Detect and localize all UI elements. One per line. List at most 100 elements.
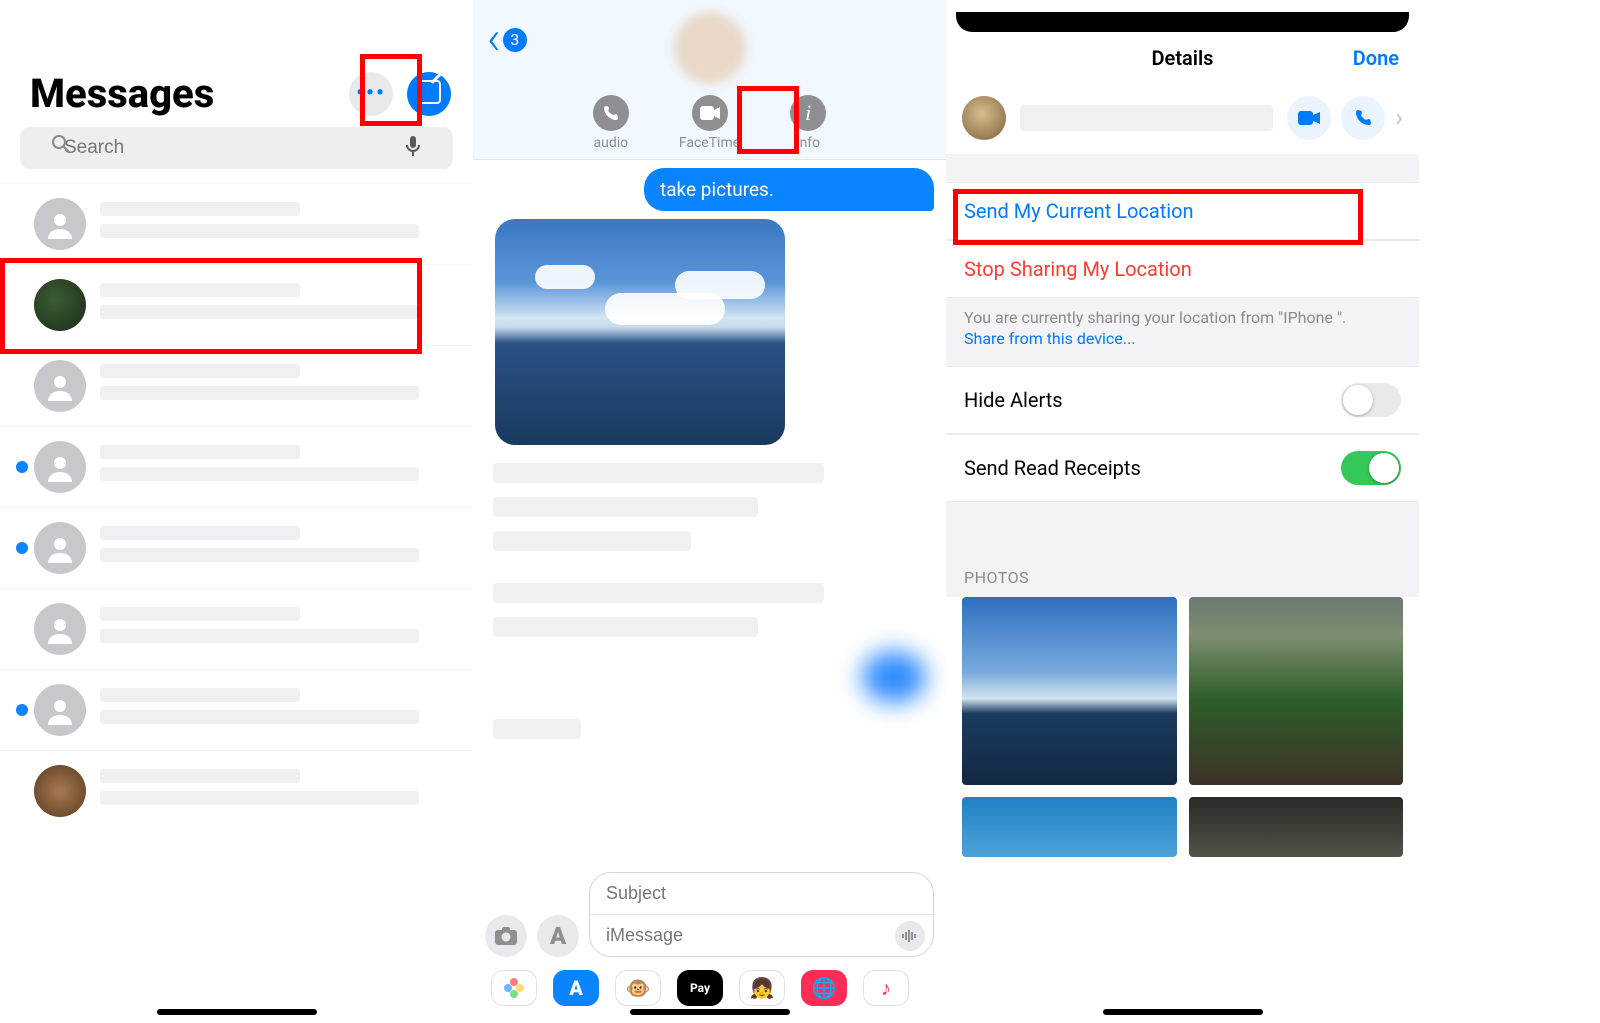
photo-thumbnail[interactable] — [962, 797, 1177, 857]
back-badge: 3 — [503, 28, 527, 52]
dictate-icon[interactable] — [405, 134, 421, 158]
photo-thumbnail[interactable] — [1189, 797, 1404, 857]
video-icon — [692, 95, 728, 131]
info-label: info — [796, 135, 820, 151]
stop-sharing-label: Stop Sharing My Location — [964, 257, 1192, 281]
avatar — [34, 603, 86, 655]
contact-avatar[interactable] — [674, 12, 746, 84]
gif-app[interactable]: 🌐 — [801, 970, 847, 1006]
home-indicator[interactable] — [157, 1009, 317, 1015]
apple-pay-icon: Pay — [690, 981, 710, 995]
imessage-input[interactable] — [590, 915, 933, 956]
photos-app[interactable] — [491, 970, 537, 1006]
photos-section-label: PHOTOS — [946, 512, 1419, 597]
audio-message-button[interactable] — [895, 921, 925, 951]
subject-input[interactable] — [590, 873, 933, 915]
outgoing-bubble: take pictures. — [644, 168, 934, 211]
chevron-right-icon: › — [1395, 103, 1403, 133]
home-indicator[interactable] — [1103, 1009, 1263, 1015]
app-store-icon: A — [550, 922, 566, 950]
waveform-icon — [902, 929, 918, 943]
redacted-text — [493, 583, 824, 603]
conversation-row[interactable] — [0, 426, 473, 507]
read-receipts-toggle[interactable] — [1341, 451, 1401, 485]
details-title: Details — [1152, 46, 1214, 70]
phone-icon — [1353, 108, 1373, 128]
globe-icon: 🌐 — [812, 976, 837, 1000]
store-app[interactable]: A — [553, 970, 599, 1006]
search-icon — [51, 134, 71, 154]
redacted-contact-name — [1020, 105, 1273, 131]
camera-button[interactable] — [485, 915, 527, 957]
avatar — [34, 279, 86, 331]
messages-title: Messages — [30, 70, 214, 117]
hide-alerts-toggle[interactable] — [1341, 383, 1401, 417]
home-indicator[interactable] — [630, 1009, 790, 1015]
facetime-label: FaceTime — [679, 135, 740, 151]
chevron-left-icon: ‹ — [487, 26, 501, 54]
memoji-app[interactable]: 🐵 — [615, 970, 661, 1006]
share-from-device-link[interactable]: Share from this device... — [964, 329, 1401, 348]
sharing-note: You are currently sharing your location … — [946, 298, 1419, 366]
avatar — [962, 96, 1006, 140]
unread-indicator — [16, 461, 28, 473]
apple-pay-app[interactable]: Pay — [677, 970, 723, 1006]
app-store-button[interactable]: A — [537, 915, 579, 957]
send-location-label: Send My Current Location — [964, 199, 1194, 223]
read-receipts-label: Send Read Receipts — [964, 456, 1141, 480]
hide-alerts-row: Hide Alerts — [946, 366, 1419, 434]
search-input[interactable] — [20, 127, 453, 169]
conversation-row[interactable] — [0, 588, 473, 669]
photo-thumbnail[interactable] — [1189, 597, 1404, 785]
conversation-row[interactable] — [0, 750, 473, 831]
avatar — [34, 522, 86, 574]
avatar — [34, 198, 86, 250]
redacted-text — [493, 719, 581, 739]
animoji-app[interactable]: 👧 — [739, 970, 785, 1006]
unread-indicator — [16, 542, 28, 554]
store-icon: A — [569, 976, 583, 1000]
sent-bubble-blur — [862, 651, 926, 703]
ellipsis-icon: ••• — [356, 81, 386, 106]
memoji-icon: 🐵 — [626, 976, 651, 1000]
sheet-top — [956, 12, 1409, 32]
conversation-row[interactable] — [0, 183, 473, 264]
hide-alerts-label: Hide Alerts — [964, 388, 1063, 412]
conversation-row[interactable] — [0, 507, 473, 588]
photo-thumbnail[interactable] — [962, 597, 1177, 785]
redacted-text — [493, 463, 824, 483]
conversation-row[interactable] — [0, 264, 473, 345]
avatar — [34, 684, 86, 736]
audio-call-button[interactable]: audio — [593, 95, 629, 151]
redacted-text — [493, 531, 691, 551]
more-button[interactable]: ••• — [349, 72, 393, 116]
done-button[interactable]: Done — [1213, 46, 1399, 70]
facetime-button[interactable]: FaceTime — [679, 95, 740, 151]
avatar — [34, 360, 86, 412]
audio-label: audio — [594, 135, 629, 151]
conversation-row[interactable] — [0, 669, 473, 750]
conversation-row[interactable] — [0, 345, 473, 426]
facetime-video-button[interactable] — [1287, 96, 1331, 140]
back-button[interactable]: ‹ 3 — [487, 26, 527, 54]
photos-icon — [502, 976, 526, 1000]
read-receipts-row: Send Read Receipts — [946, 434, 1419, 502]
compose-icon — [417, 80, 441, 108]
music-app[interactable]: ♪ — [863, 970, 909, 1006]
compose-button[interactable] — [407, 72, 451, 116]
stop-sharing-button[interactable]: Stop Sharing My Location — [946, 240, 1419, 298]
redacted-text — [493, 497, 758, 517]
animoji-icon: 👧 — [750, 976, 775, 1000]
avatar — [34, 441, 86, 493]
call-button[interactable] — [1341, 96, 1385, 140]
music-icon: ♪ — [881, 976, 891, 1001]
info-button[interactable]: i info — [790, 95, 826, 151]
send-location-button[interactable]: Send My Current Location — [946, 182, 1419, 240]
photo-attachment[interactable] — [495, 219, 785, 445]
contact-row[interactable]: › — [946, 82, 1419, 154]
avatar — [34, 765, 86, 817]
unread-indicator — [16, 704, 28, 716]
phone-icon — [593, 95, 629, 131]
info-icon: i — [790, 95, 826, 131]
camera-icon — [494, 926, 518, 946]
